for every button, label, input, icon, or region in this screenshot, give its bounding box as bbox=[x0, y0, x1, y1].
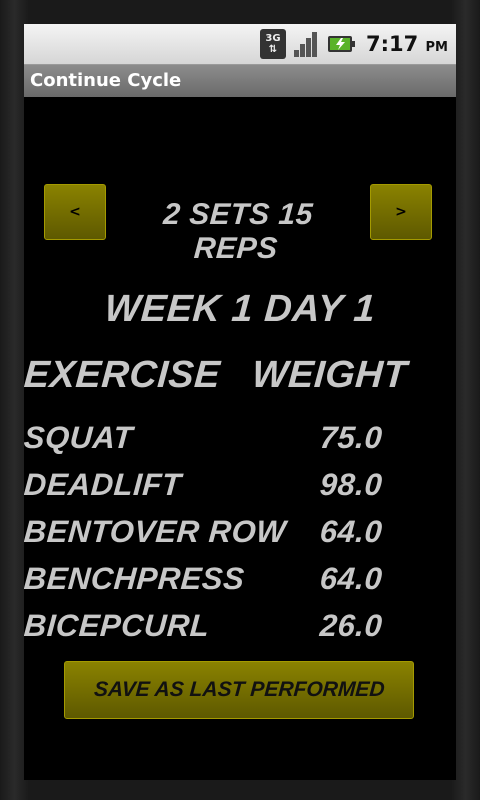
network-3g-icon: 3G ⇅ bbox=[259, 29, 286, 59]
status-icons: 3G ⇅ 7:17 PM bbox=[259, 28, 448, 60]
previous-button-label: < bbox=[69, 204, 81, 220]
exercise-weight: 64.0 bbox=[318, 514, 384, 549]
next-button-label: > bbox=[395, 204, 407, 220]
exercise-weight: 26.0 bbox=[318, 608, 384, 643]
exercise-weight: 75.0 bbox=[318, 420, 384, 455]
exercise-name: BENCHPRESS bbox=[24, 561, 246, 596]
clock: 7:17 PM bbox=[366, 32, 448, 56]
exercise-column-header: EXERCISE bbox=[24, 354, 222, 396]
weight-column-header: WEIGHT bbox=[250, 354, 409, 396]
exercise-weight: 98.0 bbox=[318, 467, 384, 502]
next-button[interactable]: > bbox=[370, 184, 432, 240]
sets-reps-label: 2 SETS 15 REPS bbox=[162, 198, 315, 265]
signal-strength-icon bbox=[293, 32, 317, 57]
save-as-last-performed-button[interactable]: SAVE AS LAST PERFORMED bbox=[64, 661, 414, 719]
exercise-name: BICEPCURL bbox=[24, 608, 211, 643]
network-type: 3G bbox=[265, 33, 281, 44]
title-bar: Continue Cycle bbox=[24, 65, 456, 97]
clock-ampm: PM bbox=[425, 40, 448, 55]
exercise-weight: 64.0 bbox=[318, 561, 384, 596]
week-day-heading: WEEK 1 DAY 1 bbox=[103, 288, 377, 330]
save-button-label: SAVE AS LAST PERFORMED bbox=[92, 678, 386, 701]
clock-time: 7:17 bbox=[365, 32, 419, 56]
exercise-name: SQUAT bbox=[24, 420, 134, 455]
exercise-name: DEADLIFT bbox=[24, 467, 183, 502]
device-frame: 3G ⇅ 7:17 PM Continue Cycle < 2 SETS 15 … bbox=[0, 0, 480, 800]
network-activity: ⇅ bbox=[268, 44, 278, 55]
exercise-name: BENTOVER ROW bbox=[24, 514, 288, 549]
battery-charging-icon bbox=[327, 36, 355, 52]
screen: 3G ⇅ 7:17 PM Continue Cycle < 2 SETS 15 … bbox=[24, 24, 456, 780]
previous-button[interactable]: < bbox=[44, 184, 106, 240]
app-title: Continue Cycle bbox=[30, 70, 182, 91]
status-bar: 3G ⇅ 7:17 PM bbox=[24, 24, 456, 65]
